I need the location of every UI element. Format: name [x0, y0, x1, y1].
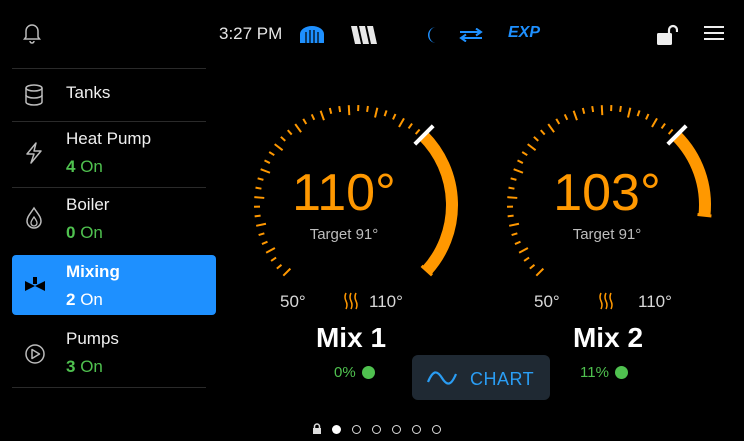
- sidebar-item-label: Pumps: [66, 329, 119, 348]
- wave-icon: [426, 371, 458, 385]
- page-indicator-dot[interactable]: [412, 425, 421, 434]
- sidebar-item-status: 3 On: [66, 357, 103, 376]
- database-icon: [25, 84, 43, 106]
- sidebar-item-heat-pump[interactable]: Heat Pump 4 On: [12, 122, 215, 186]
- gauge-tick: [302, 118, 308, 125]
- gauge-tick: [328, 107, 333, 115]
- sidebar-item-status: 0 On: [66, 223, 103, 242]
- gauge-tick: [527, 143, 537, 152]
- gauge-tick: [286, 129, 293, 136]
- mix2-target: Target 91°: [572, 226, 642, 243]
- gauge-tick: [645, 113, 650, 120]
- gauge-tick: [374, 107, 379, 118]
- bolt-icon: [26, 142, 42, 164]
- chart-button-label: CHART: [470, 369, 535, 389]
- gauge-tick: [581, 107, 586, 115]
- gauge-tick: [407, 123, 413, 130]
- gauge-tick: [521, 151, 528, 157]
- gauge-tick: [319, 110, 325, 121]
- lock-open-icon[interactable]: [656, 24, 678, 46]
- mode-label: EXP: [508, 24, 541, 41]
- gauge-tick: [274, 143, 284, 152]
- gauge-tick: [414, 128, 421, 135]
- boiler-icon: [300, 26, 324, 43]
- gauge-tick: [636, 110, 641, 117]
- sidebar-item-mixing[interactable]: Mixing 2 On: [12, 255, 216, 315]
- gauge-tick: [366, 105, 369, 113]
- heat-waves-icon: [599, 292, 613, 310]
- gauge-tick: [282, 267, 292, 277]
- gauge-tick: [523, 256, 530, 262]
- mix2-name: Mix 2: [572, 322, 644, 353]
- gauge-tick: [518, 247, 529, 254]
- sidebar-item-pumps[interactable]: Pumps 3 On: [12, 322, 215, 386]
- gauge-tick: [547, 123, 555, 133]
- lock-icon: [313, 423, 321, 434]
- gauge-tick: [600, 105, 604, 116]
- gauge-tick: [338, 105, 342, 113]
- sidebar-divider: [12, 68, 206, 69]
- gauge-tick: [383, 110, 388, 117]
- page-indicator-dot[interactable]: [332, 425, 341, 434]
- bell-icon[interactable]: [22, 22, 42, 44]
- pump-icon: [25, 344, 45, 364]
- sidebar-item-label: Mixing: [66, 262, 120, 281]
- sidebar-item-label: Tanks: [66, 83, 111, 102]
- menu-icon[interactable]: [704, 25, 724, 41]
- mix1-temperature: 110°: [292, 164, 396, 222]
- gauge-tick: [619, 105, 622, 113]
- gauge-tick: [529, 264, 536, 270]
- gauge-tick: [539, 129, 546, 136]
- gauge-tick: [591, 105, 595, 113]
- gauge-tick: [270, 256, 277, 262]
- gauge-tick: [651, 117, 658, 128]
- mix1-name: Mix 1: [315, 322, 387, 353]
- gauge-tick: [265, 247, 276, 254]
- flame-icon: [26, 206, 42, 229]
- sidebar-divider: [12, 387, 206, 388]
- gauge-tick: [533, 136, 539, 142]
- page-indicator-dot[interactable]: [352, 425, 361, 434]
- gauge-tick: [268, 151, 275, 157]
- mix2-status: 11%: [580, 364, 628, 381]
- gauge-tick: [276, 264, 283, 270]
- sidebar-item-status: 4 On: [66, 157, 103, 176]
- sidebar-item-tanks[interactable]: Tanks: [12, 70, 215, 120]
- sidebar-item-label: Heat Pump: [66, 129, 152, 148]
- status-dot: [361, 366, 375, 379]
- gauge-tick: [555, 118, 561, 125]
- gauge-tick: [280, 136, 286, 142]
- mix1-target: Target 91°: [309, 226, 379, 243]
- gauge-tick: [667, 128, 674, 135]
- gauge-tick: [392, 113, 397, 120]
- mix2-min-label: 50°: [534, 292, 560, 311]
- gauge-tick: [347, 105, 351, 116]
- mix2-temperature: 103°: [553, 164, 661, 222]
- swap-icon: [459, 28, 483, 42]
- moon-icon: [428, 27, 436, 43]
- gauge-tick: [535, 267, 545, 277]
- gauge-tick: [294, 123, 302, 133]
- w-icon: [351, 26, 377, 44]
- gauge-tick: [627, 107, 632, 118]
- page-indicator-dot[interactable]: [392, 425, 401, 434]
- mix2-max-label: 110°: [638, 292, 672, 311]
- status-dot: [614, 366, 628, 379]
- valve-icon: [25, 277, 45, 291]
- gauge-tick: [563, 113, 569, 121]
- sidebar-item-label: Boiler: [66, 195, 110, 214]
- clock-time: 3:27 PM: [219, 24, 283, 43]
- sidebar-item-status: 2 On: [66, 290, 103, 309]
- sidebar-item-boiler[interactable]: Boiler 0 On: [12, 188, 215, 252]
- mix1-max-label: 110°: [369, 292, 403, 311]
- heat-waves-icon: [344, 292, 358, 310]
- gauge-tick: [660, 123, 666, 130]
- gauge-tick: [398, 117, 405, 128]
- mix1-min-label: 50°: [280, 292, 306, 311]
- page-indicator-dot[interactable]: [372, 425, 381, 434]
- page-indicator-dot[interactable]: [432, 425, 441, 434]
- mix1-status: 0%: [334, 364, 375, 381]
- gauge-tick: [310, 113, 316, 121]
- gauge-tick: [572, 110, 578, 121]
